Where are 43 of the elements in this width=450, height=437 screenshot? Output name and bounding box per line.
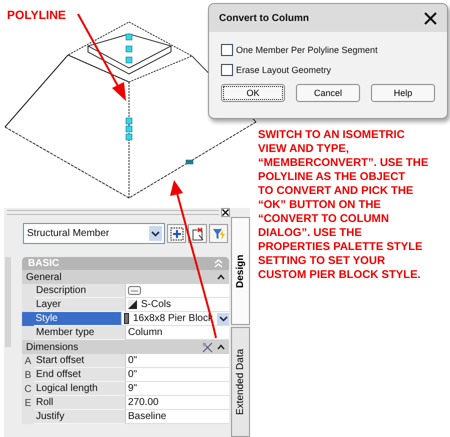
- dialog-button[interactable]: Cancel: [296, 84, 360, 102]
- side-tab[interactable]: Design: [231, 217, 250, 325]
- dialog-button[interactable]: Help: [371, 84, 435, 102]
- property-value[interactable]: 0": [128, 369, 138, 380]
- close-icon: [222, 209, 229, 216]
- dimension-letter: C: [24, 384, 32, 394]
- filter-button[interactable]: [209, 224, 228, 243]
- funnel-lightning-icon: [212, 226, 226, 240]
- edit-button-icon[interactable]: [128, 286, 141, 295]
- instruction-text: SWITCH TO AN ISOMETRIC VIEW AND TYPE, “MEMBERCONVERT”. USE THE POLYLINE AS THE OBJECT TO CONVERT AND PICK THE “OK” BUTTON ON THE “CONVERT TO COLUMN DIALOG”. USE THE PROPERTIES PALETTE STYLE SETTING TO SET YOUR CUSTOM PIER BLOCK STYLE.: [258, 128, 428, 282]
- cursor-cross-icon: [190, 226, 204, 240]
- quick-select-button[interactable]: [188, 224, 207, 243]
- dialog-button[interactable]: OK: [221, 84, 285, 102]
- group-header[interactable]: General: [22, 270, 229, 284]
- group-title: General: [26, 272, 62, 282]
- group-header[interactable]: Dimensions: [22, 340, 229, 354]
- dimension-letter: B: [24, 370, 32, 380]
- close-icon: [424, 12, 437, 24]
- column-icon: [124, 313, 129, 324]
- polyline-label: POLYLINE: [7, 8, 66, 22]
- section-title: BASIC: [28, 258, 60, 269]
- group-title: Dimensions: [26, 342, 78, 352]
- object-type-dropdown[interactable]: Structural Member: [23, 223, 165, 244]
- dialog-title: Convert to Column: [219, 12, 309, 24]
- checkbox[interactable]: [221, 64, 233, 76]
- chevron-down-icon: [218, 316, 228, 322]
- close-button[interactable]: [424, 12, 437, 24]
- checkbox-label: One Member Per Polyline Segment: [236, 45, 378, 55]
- dimension-edit-icon: [202, 342, 213, 352]
- select-objects-button[interactable]: [167, 224, 186, 243]
- scrollbar[interactable]: [5, 257, 11, 347]
- dimension-letter: A: [24, 356, 32, 366]
- dimension-letter: E: [24, 398, 32, 408]
- property-value[interactable]: 9": [128, 383, 138, 394]
- property-name: Style: [34, 312, 121, 326]
- side-tab[interactable]: Extended Data: [231, 327, 250, 437]
- checkbox-label: Erase Layout Geometry: [236, 65, 332, 75]
- collapse-icon: [214, 259, 223, 268]
- chevron-down-icon: [151, 230, 160, 236]
- property-value[interactable]: 0": [128, 355, 138, 366]
- checkbox[interactable]: [221, 44, 233, 56]
- close-button[interactable]: [221, 208, 230, 217]
- select-objects-icon: [170, 226, 184, 240]
